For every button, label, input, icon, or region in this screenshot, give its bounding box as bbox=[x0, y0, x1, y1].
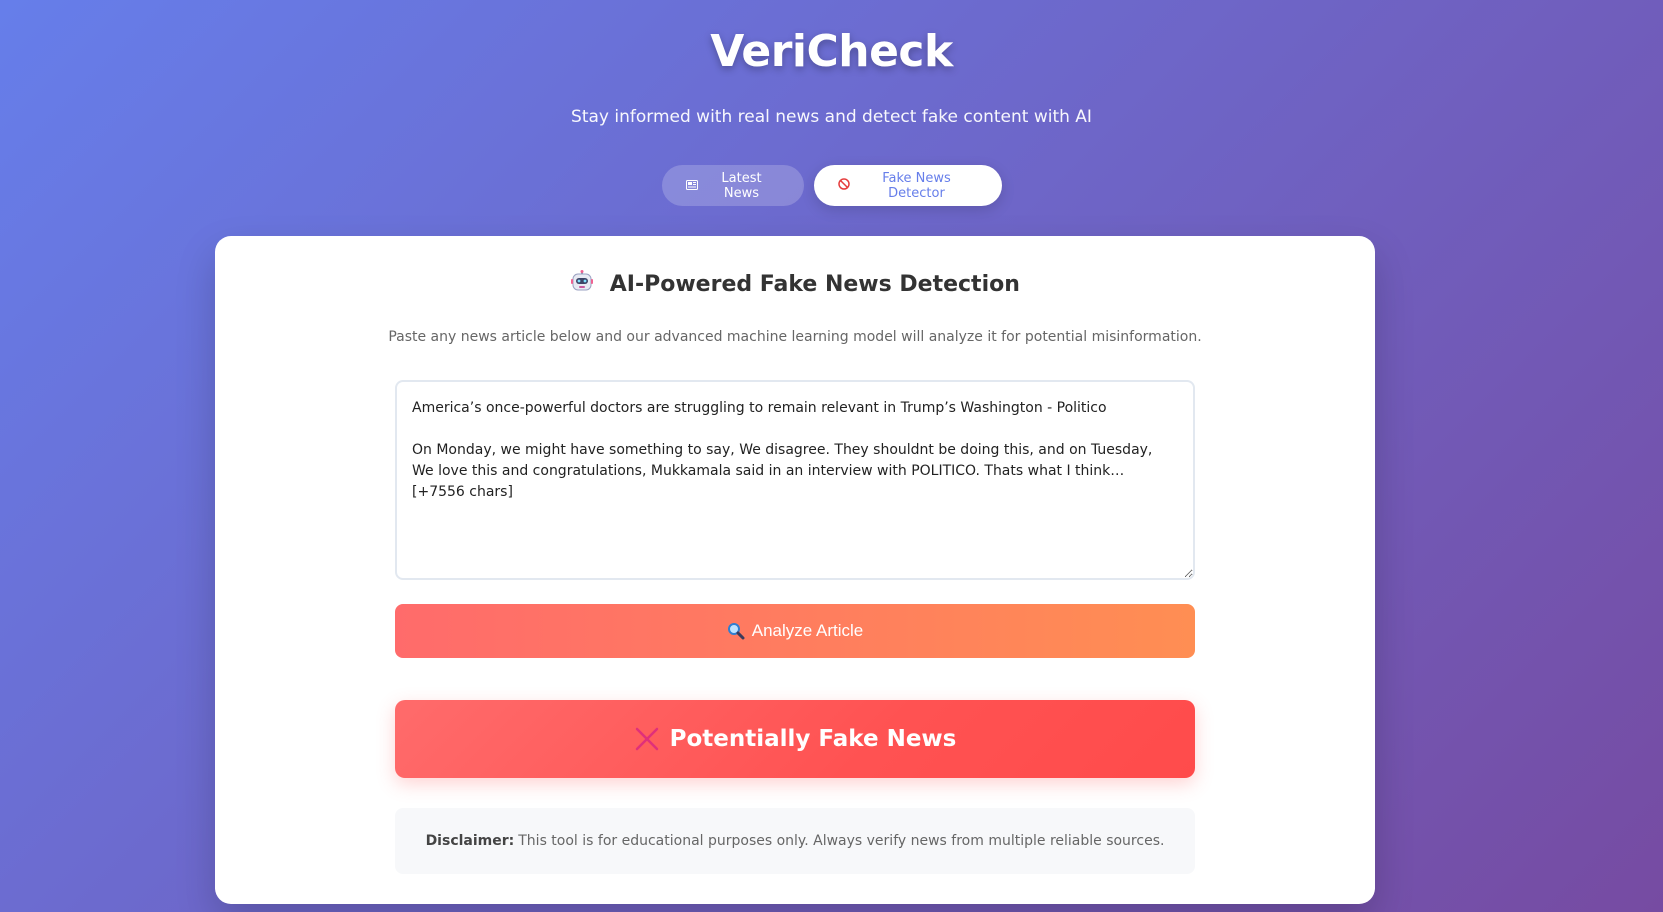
detector-heading-text: AI-Powered Fake News Detection bbox=[609, 272, 1020, 297]
newspaper-icon bbox=[685, 179, 698, 193]
prohibited-icon bbox=[837, 178, 850, 193]
disclaimer-text: This tool is for educational purposes on… bbox=[518, 833, 1165, 849]
tab-latest-news-label: Latest News bbox=[721, 170, 762, 201]
app-subtitle: Stay informed with real news and detect … bbox=[571, 107, 1092, 127]
robot-icon bbox=[570, 270, 594, 294]
detector-card: AI-Powered Fake News Detection Paste any… bbox=[215, 236, 1375, 904]
analyze-article-label: Analyze Article bbox=[751, 621, 864, 640]
result-label: Potentially Fake News bbox=[669, 726, 957, 752]
result-banner: Potentially Fake News bbox=[395, 700, 1195, 778]
detector-heading: AI-Powered Fake News Detection bbox=[215, 270, 1375, 297]
cross-icon bbox=[634, 726, 660, 752]
detector-description: Paste any news article below and our adv… bbox=[388, 329, 1202, 345]
app-title: VeriCheck bbox=[710, 26, 953, 77]
tab-fake-news-detector[interactable]: Fake News Detector bbox=[813, 165, 1002, 206]
magnifying-glass-icon bbox=[727, 622, 745, 640]
analyze-article-button[interactable]: Analyze Article bbox=[395, 604, 1195, 658]
tab-bar: Latest News Fake News Detector bbox=[0, 165, 1663, 206]
disclaimer-title: Disclaimer: bbox=[425, 833, 515, 849]
article-textarea[interactable] bbox=[395, 380, 1195, 580]
disclaimer-box: Disclaimer: This tool is for educational… bbox=[395, 808, 1195, 874]
tab-latest-news[interactable]: Latest News bbox=[661, 165, 804, 206]
tab-fake-news-detector-label: Fake News Detector bbox=[882, 170, 951, 201]
